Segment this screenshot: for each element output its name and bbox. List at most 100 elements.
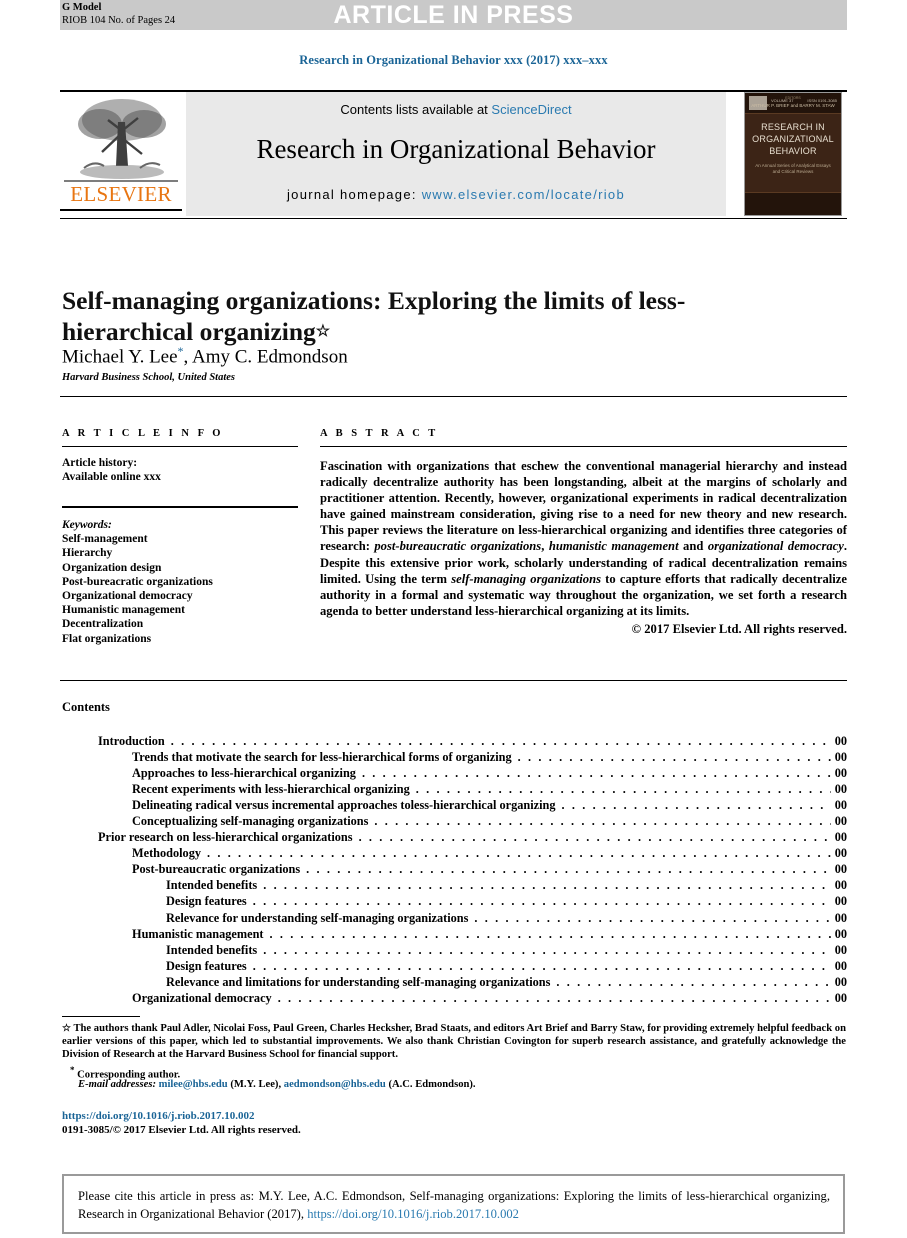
email-link-primary[interactable]: milee@hbs.edu	[159, 1079, 228, 1090]
toc-label: Intended benefits	[166, 942, 258, 957]
toc-label: Delineating radical versus incremental a…	[132, 798, 556, 813]
banner-label: ARTICLE IN PRESS	[333, 1, 574, 29]
toc-entry[interactable]: Relevance and limitations for understand…	[62, 974, 847, 990]
toc-page: 00	[834, 734, 847, 748]
corresponding-mark: *	[70, 1065, 75, 1075]
toc-entry[interactable]: Organizational democracy . . . . . . . . …	[62, 990, 847, 1006]
toc-page: 00	[834, 814, 847, 829]
keyword-item: Hierarchy	[62, 547, 113, 560]
toc-label: Trends that motivate the search for less…	[132, 750, 512, 765]
toc-label: Conceptualizing self-managing organizati…	[132, 814, 369, 829]
abstract-italic-2: humanistic management	[548, 539, 679, 554]
toc-entry[interactable]: Humanistic management . . . . . . . . . .…	[62, 926, 847, 942]
abstract-rule	[320, 446, 847, 447]
footnote-rule	[62, 1016, 140, 1017]
article-first-page: ARTICLE IN PRESS G Model RIOB 104 No. of…	[0, 0, 907, 1238]
contents-prefix: Contents lists available at	[340, 102, 492, 117]
author-list: Michael Y. Lee*, Amy C. Edmondson	[62, 340, 702, 368]
toc-leader: . . . . . . . . . . . . . . . . . . . . …	[474, 910, 830, 925]
toc-entry[interactable]: Trends that motivate the search for less…	[62, 749, 847, 765]
toc-page: 00	[834, 830, 847, 845]
email-link-secondary[interactable]: aedmondson@hbs.edu	[284, 1079, 386, 1090]
toc-entry[interactable]: Introduction . . . . . . . . . . . . . . …	[62, 733, 847, 749]
doi-link[interactable]: https://doi.org/10.1016/j.riob.2017.10.0…	[62, 1110, 255, 1122]
toc-entry[interactable]: Recent experiments with less-hierarchica…	[62, 781, 847, 797]
elsevier-tree-icon	[78, 99, 166, 179]
toc-leader: . . . . . . . . . . . . . . . . . . . . …	[252, 958, 831, 973]
article-info-heading: A R T I C L E I N F O	[62, 428, 224, 439]
toc-entry[interactable]: Design features . . . . . . . . . . . . .…	[62, 958, 847, 974]
toc-label: Methodology	[132, 846, 201, 861]
abstract-italic-3: organizational democracy	[707, 539, 844, 554]
toc-page: 00	[834, 942, 847, 957]
abstract-bottom-rule	[60, 680, 847, 681]
toc-leader: . . . . . . . . . . . . . . . . . . . . …	[277, 990, 831, 1005]
toc-entry[interactable]: Post-bureaucratic organizations . . . . .…	[62, 861, 847, 877]
history-value: Available online xxx	[62, 471, 161, 483]
journal-cover-thumbnail: VOLUME 37 ISSN 0191-3085 RESEARCH IN ORG…	[744, 92, 842, 216]
keyword-item: Self-management	[62, 533, 148, 546]
cover-editors-label: EDITORS	[785, 96, 801, 100]
author-primary: Michael Y. Lee	[62, 346, 178, 368]
toc-entry[interactable]: Methodology . . . . . . . . . . . . . . .…	[62, 845, 847, 861]
sciencedirect-link[interactable]: ScienceDirect	[491, 102, 571, 117]
toc-leader: . . . . . . . . . . . . . . . . . . . . …	[269, 926, 831, 941]
toc-label: Relevance and limitations for understand…	[166, 974, 551, 989]
cite-doi-link[interactable]: https://doi.org/10.1016/j.riob.2017.10.0…	[307, 1207, 519, 1221]
toc-entry[interactable]: Relevance for understanding self-managin…	[62, 910, 847, 926]
toc-label: Introduction	[98, 734, 165, 748]
cover-subtitle: An Annual Series of Analytical Essays an…	[755, 163, 831, 174]
model-id-label: RIOB 104 No. of Pages 24	[62, 14, 176, 26]
abstract-column: A B S T R A C T Fascination with organiz…	[320, 428, 847, 637]
cover-title: RESEARCH IN ORGANIZATIONAL BEHAVIOR	[745, 121, 841, 157]
homepage-label: journal homepage:	[286, 187, 422, 202]
toc-leader: . . . . . . . . . . . . . . . . . . . . …	[207, 846, 831, 861]
keyword-item: Flat organizations	[62, 632, 152, 645]
toc-leader: . . . . . . . . . . . . . . . . . . . . …	[263, 878, 830, 893]
article-info-column: A R T I C L E I N F O Article history: A…	[62, 428, 298, 646]
abstract-italic-4: self-managing organizations	[451, 571, 601, 586]
toc-leader: . . . . . . . . . . . . . . . . . . . . …	[306, 862, 831, 877]
masthead-center-panel: Contents lists available at ScienceDirec…	[186, 92, 726, 216]
homepage-url-link[interactable]: www.elsevier.com/locate/riob	[422, 187, 625, 202]
toc-leader: . . . . . . . . . . . . . . . . . . . . …	[252, 894, 831, 909]
cover-title-line-3: BEHAVIOR	[769, 146, 817, 156]
journal-homepage-line: journal homepage: www.elsevier.com/locat…	[186, 187, 726, 202]
title-block-rule	[60, 396, 847, 397]
history-label: Article history:	[62, 457, 138, 469]
contents-heading: Contents	[62, 700, 110, 714]
article-title-text: Self-managing organizations: Exploring t…	[62, 286, 686, 347]
keyword-item: Organizational democracy	[62, 590, 193, 603]
article-info-rule-top	[62, 446, 298, 447]
cover-title-line-1: RESEARCH IN	[761, 122, 825, 132]
keywords-block: Keywords: Self-management Hierarchy Orga…	[62, 518, 298, 646]
toc-leader: . . . . . . . . . . . . . . . . . . . . …	[517, 750, 831, 765]
toc-entry[interactable]: Intended benefits . . . . . . . . . . . .…	[62, 877, 847, 893]
elsevier-wordmark: ELSEVIER	[70, 182, 172, 206]
keyword-item: Organization design	[62, 561, 162, 574]
toc-entry[interactable]: Conceptualizing self-managing organizati…	[62, 813, 847, 829]
toc-label: Approaches to less-hierarchical organizi…	[132, 766, 356, 781]
email-owner-secondary: (A.C. Edmondson).	[388, 1079, 476, 1090]
toc-leader: . . . . . . . . . . . . . . . . . . . . …	[556, 974, 831, 989]
toc-leader: . . . . . . . . . . . . . . . . . . . . …	[358, 830, 831, 845]
journal-masthead: ELSEVIER Contents lists available at Sci…	[60, 92, 847, 216]
toc-entry[interactable]: Approaches to less-hierarchical organizi…	[62, 765, 847, 781]
elsevier-logo: ELSEVIER	[60, 92, 182, 216]
email-label: E-mail addresses:	[78, 1079, 156, 1090]
journal-title: Research in Organizational Behavior	[256, 134, 656, 164]
toc-entry[interactable]: Design features . . . . . . . . . . . . .…	[62, 893, 847, 909]
toc-leader: . . . . . . . . . . . . . . . . . . . . …	[374, 814, 830, 829]
toc-page: 00	[834, 878, 847, 893]
table-of-contents: Introduction . . . . . . . . . . . . . . …	[62, 733, 847, 1006]
toc-entry[interactable]: Delineating radical versus incremental a…	[62, 797, 847, 813]
toc-leader: . . . . . . . . . . . . . . . . . . . . …	[170, 734, 831, 748]
contents-available-line: Contents lists available at ScienceDirec…	[186, 102, 726, 117]
keyword-item: Post-bureacratic organizations	[62, 575, 213, 588]
toc-entry[interactable]: Intended benefits . . . . . . . . . . . .…	[62, 942, 847, 958]
toc-page: 00	[834, 974, 847, 989]
toc-page: 00	[834, 846, 847, 861]
article-history: Article history: Available online xxx	[62, 456, 298, 484]
toc-entry[interactable]: Prior research on less-hierarchical orga…	[62, 829, 847, 845]
abstract-heading: A B S T R A C T	[320, 428, 439, 439]
